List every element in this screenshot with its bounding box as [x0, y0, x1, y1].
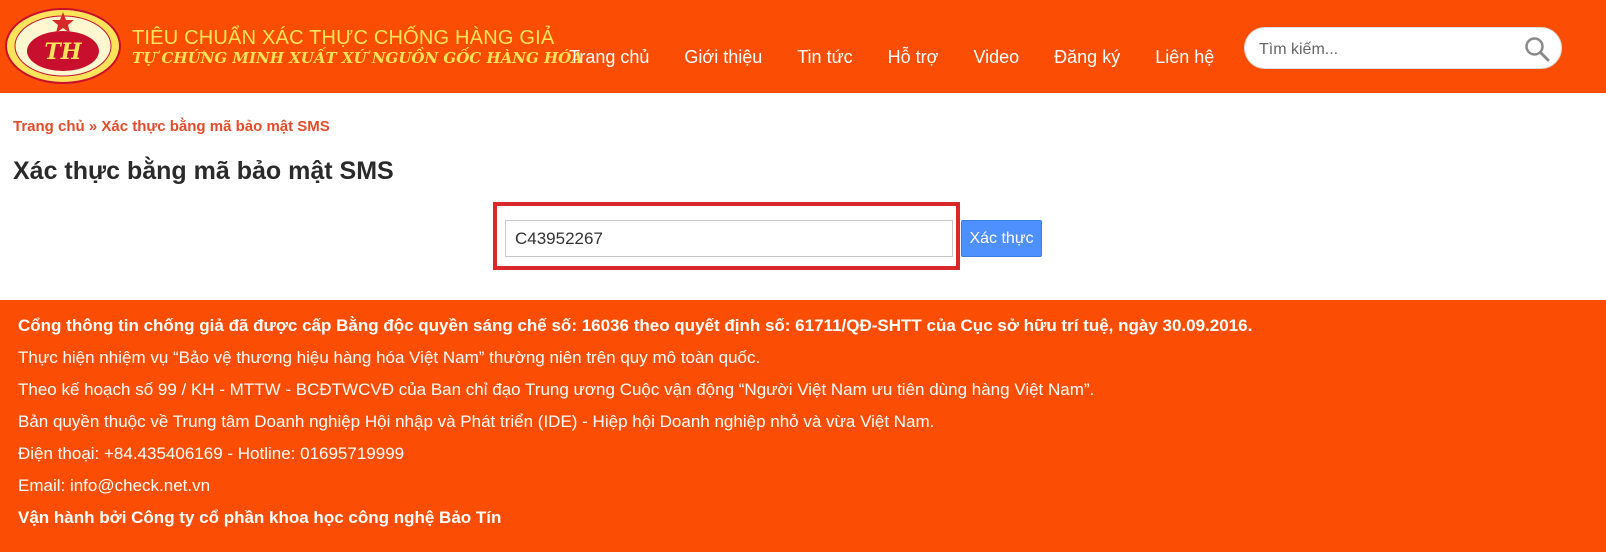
- nav-item-home[interactable]: Trang chủ: [569, 46, 649, 68]
- site-title-line2: TỰ CHỨNG MINH XUẤT XỨ NGUỒN GỐC HÀNG HÓA: [132, 49, 583, 67]
- breadcrumb-home-link[interactable]: Trang chủ: [13, 118, 85, 135]
- footer-copyright: Bản quyền thuộc về Trung tâm Doanh nghiệ…: [18, 412, 935, 431]
- search-input[interactable]: [1257, 37, 1521, 63]
- site-title-line1: TIÊU CHUẨN XÁC THỰC CHỐNG HÀNG GIẢ: [132, 27, 555, 49]
- footer-phone: Điện thoại: +84.435406169 - Hotline: 016…: [18, 444, 405, 463]
- site-header: TH TIÊU CHUẨN XÁC THỰC CHỐNG HÀNG GIẢ TỰ…: [0, 0, 1606, 93]
- nav-item-news[interactable]: Tin tức: [797, 46, 852, 68]
- security-code-input[interactable]: [505, 220, 953, 257]
- main-nav: Trang chủ Giới thiệu Tin tức Hỗ trợ Vide…: [569, 46, 1249, 68]
- nav-item-about[interactable]: Giới thiệu: [684, 46, 762, 68]
- footer-email: Email: info@check.net.vn: [18, 476, 211, 495]
- brand-logo[interactable]: TH: [4, 7, 122, 85]
- site-footer: Cổng thông tin chống giả đã được cấp Bằn…: [0, 300, 1606, 552]
- nav-item-register[interactable]: Đăng ký: [1054, 46, 1120, 68]
- footer-plan: Theo kế hoạch số 99 / KH - MTTW - BCĐTWC…: [18, 380, 1095, 399]
- search-box: [1244, 27, 1562, 69]
- site-title[interactable]: TIÊU CHUẨN XÁC THỰC CHỐNG HÀNG GIẢ TỰ CH…: [132, 26, 583, 68]
- page-title: Xác thực bằng mã bảo mật SMS: [13, 157, 394, 185]
- nav-item-contact[interactable]: Liên hệ: [1155, 46, 1214, 68]
- breadcrumb-current[interactable]: Xác thực bằng mã bảo mật SMS: [101, 118, 329, 135]
- nav-item-video[interactable]: Video: [973, 46, 1019, 68]
- breadcrumb: Trang chủ » Xác thực bằng mã bảo mật SMS: [13, 118, 330, 135]
- footer-patent-notice: Cổng thông tin chống giả đã được cấp Bằn…: [18, 316, 1253, 335]
- logo-letters: TH: [44, 39, 82, 65]
- breadcrumb-separator: »: [88, 118, 98, 135]
- verify-button[interactable]: Xác thực: [961, 220, 1042, 257]
- search-icon[interactable]: [1523, 35, 1551, 63]
- footer-operator: Vận hành bởi Công ty cổ phần khoa học cô…: [18, 508, 502, 527]
- footer-mission: Thực hiện nhiệm vụ “Bảo vệ thương hiệu h…: [18, 348, 761, 367]
- nav-item-support[interactable]: Hỗ trợ: [888, 46, 939, 68]
